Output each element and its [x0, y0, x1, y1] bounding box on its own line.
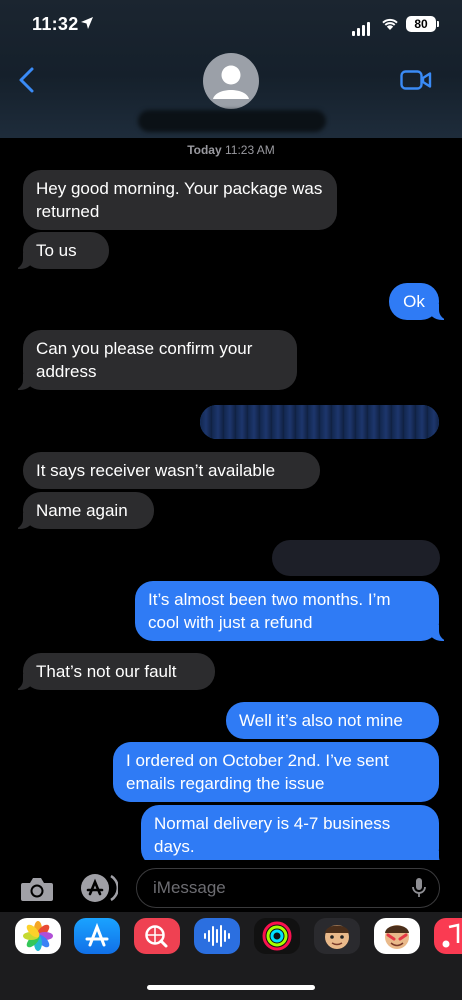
music-app-icon[interactable] [434, 918, 462, 954]
message-bubble-outgoing-redacted[interactable] [272, 540, 440, 576]
waveform-icon [204, 925, 230, 947]
web-search-app-icon[interactable] [134, 918, 180, 954]
wifi-icon [382, 18, 398, 30]
photos-app-icon[interactable] [15, 918, 61, 954]
music-note-icon [442, 923, 460, 948]
cellular-signal-icon [352, 18, 372, 36]
message-bubble-incoming[interactable]: To us [13, 232, 109, 269]
message-bubble-incoming[interactable]: It says receiver wasn’t available [23, 452, 320, 489]
contact-avatar[interactable] [203, 53, 259, 109]
message-bubble-incoming[interactable]: That’s not our fault [13, 653, 215, 690]
memoji-stickers-icon[interactable] [374, 918, 420, 954]
imessage-input[interactable]: iMessage [136, 868, 440, 908]
message-timestamp: Today 11:23 AM [0, 143, 462, 157]
activity-rings-icon[interactable] [254, 918, 300, 954]
back-chevron-icon[interactable] [16, 66, 38, 94]
memoji-sticker-face-icon [385, 925, 409, 949]
message-bubble-outgoing[interactable]: I ordered on October 2nd. I’ve sent emai… [113, 742, 439, 802]
camera-icon[interactable] [19, 875, 55, 903]
app-store-glyph-icon [85, 922, 109, 947]
activity-rings-glyph-icon [262, 921, 292, 951]
message-bubble-incoming[interactable]: Can you please confirm your address [13, 330, 297, 390]
home-indicator[interactable] [147, 985, 315, 990]
message-bubble-incoming[interactable]: Name again [13, 492, 154, 529]
location-arrow-icon [81, 17, 93, 29]
redaction-scribble [200, 405, 439, 439]
globe-search-icon [145, 925, 168, 948]
person-silhouette-icon [213, 65, 249, 99]
app-store-apps-icon[interactable] [78, 872, 118, 904]
memoji-icon[interactable] [314, 918, 360, 954]
message-bubble-incoming[interactable]: Hey good morning. Your package was retur… [23, 170, 337, 230]
status-time: 11:32 [32, 14, 79, 34]
message-bubble-outgoing-redacted[interactable] [200, 405, 439, 439]
message-bubble-outgoing[interactable]: Normal delivery is 4-7 business days. [141, 805, 449, 867]
message-bubble-outgoing[interactable]: It’s almost been two months. I’m cool wi… [135, 581, 449, 641]
facetime-video-icon[interactable] [400, 69, 432, 91]
microphone-icon[interactable] [411, 877, 427, 899]
conversation-header: 11:32 80 [0, 0, 462, 138]
memoji-face-icon [325, 925, 349, 949]
timestamp-time: 11:23 AM [224, 143, 275, 157]
app-store-icon[interactable] [74, 918, 120, 954]
message-bubble-outgoing[interactable]: Well it’s also not mine [226, 702, 439, 739]
battery-indicator: 80 [406, 16, 439, 32]
message-bubble-outgoing[interactable]: Ok [389, 283, 449, 320]
audio-message-icon[interactable] [194, 918, 240, 954]
status-bar: 11:32 80 [0, 10, 462, 40]
photos-flower-icon [23, 921, 53, 951]
timestamp-day: Today [187, 143, 222, 157]
contact-name-redacted [138, 110, 326, 132]
imessage-placeholder: iMessage [153, 878, 226, 897]
